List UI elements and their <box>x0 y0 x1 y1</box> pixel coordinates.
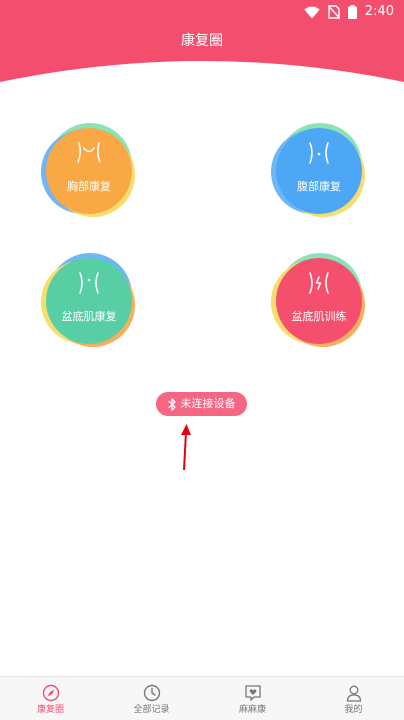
tab-mine-label: 我的 <box>344 705 363 715</box>
pelvis-pulse-icon <box>309 272 329 294</box>
tab-mama-kang-label: 麻麻康 <box>238 705 266 715</box>
bluetooth-icon <box>167 397 176 411</box>
compass-icon <box>42 684 59 702</box>
heart-chat-icon <box>244 685 261 701</box>
page-title: 康复圈 <box>181 33 223 49</box>
tab-mine[interactable]: 我的 <box>303 677 404 720</box>
person-icon <box>346 685 361 702</box>
pelvis-outline-icon <box>79 272 99 294</box>
chest-outline-icon <box>77 142 101 163</box>
abdomen-recovery-button[interactable]: 腹部康复 <box>271 123 366 218</box>
tab-recovery-circle-label: 康复圈 <box>36 705 64 715</box>
chest-recovery-label: 胸部康复 <box>67 180 111 193</box>
no-sim-icon <box>327 5 340 19</box>
battery-icon <box>347 5 357 19</box>
pelvic-floor-recovery-button[interactable]: 盆底肌康复 <box>41 253 136 348</box>
annotation-arrow <box>181 424 191 471</box>
device-status-label: 未连接设备 <box>180 397 236 410</box>
abdomen-outline-icon <box>309 142 329 164</box>
abdomen-recovery-label: 腹部康复 <box>297 180 341 193</box>
app-screen: 康复圈 2:40 胸部康复 腹部康复 盆底肌康复 盆底肌训练 未连接设备 康复圈… <box>0 0 404 720</box>
bottom-tab-bar: 康复圈 全部记录 麻麻康 我的 <box>0 676 404 720</box>
chest-recovery-button[interactable]: 胸部康复 <box>41 123 136 218</box>
status-time: 2:40 <box>364 4 394 19</box>
pelvic-floor-recovery-label: 盆底肌康复 <box>61 310 117 323</box>
status-bar: 2:40 <box>0 0 404 24</box>
tab-mama-kang[interactable]: 麻麻康 <box>202 677 303 720</box>
wifi-icon <box>304 6 320 19</box>
connect-device-button[interactable]: 未连接设备 <box>156 392 247 416</box>
pelvic-floor-training-button[interactable]: 盆底肌训练 <box>271 253 366 348</box>
pelvic-floor-training-label: 盆底肌训练 <box>291 310 347 323</box>
tab-all-records[interactable]: 全部记录 <box>101 677 202 720</box>
clock-icon <box>143 684 160 702</box>
tab-all-records-label: 全部记录 <box>133 705 170 715</box>
tab-recovery-circle[interactable]: 康复圈 <box>0 677 101 720</box>
